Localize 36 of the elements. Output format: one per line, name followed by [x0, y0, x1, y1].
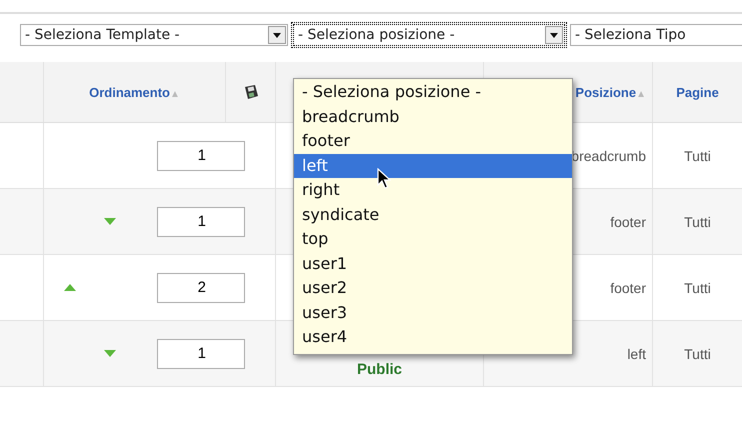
order-input[interactable]: 1	[157, 338, 245, 368]
dropdown-option[interactable]: user2	[294, 276, 572, 300]
order-input[interactable]: 2	[157, 272, 245, 302]
move-down-icon[interactable]	[103, 216, 117, 227]
dropdown-option[interactable]: top	[294, 227, 572, 252]
dropdown-option[interactable]: user1	[294, 252, 572, 276]
column-header[interactable]: Posizione▲	[575, 84, 646, 100]
dropdown-option[interactable]: user3	[294, 300, 572, 325]
dropdown-option[interactable]: right	[294, 178, 572, 202]
select-field[interactable]: - Seleziona posizione -	[293, 24, 565, 46]
table-cell: left	[627, 346, 646, 362]
table-cell: Tutti	[684, 346, 711, 362]
select-field[interactable]: - Seleziona Template -	[20, 24, 288, 46]
column-header[interactable]: Pagine	[676, 84, 719, 100]
table-cell: breadcrumb	[571, 148, 646, 164]
caret-icon	[545, 26, 563, 44]
caret-icon	[268, 26, 286, 44]
move-up-icon[interactable]	[63, 282, 77, 293]
order-input[interactable]: 1	[157, 140, 245, 170]
column-header[interactable]: Ordinamento▲	[89, 84, 180, 100]
dropdown-option[interactable]: breadcrumb	[294, 104, 572, 129]
dropdown-option[interactable]: user4	[294, 325, 572, 350]
table-cell: footer	[610, 280, 646, 296]
dropdown-option[interactable]: syndicate	[294, 202, 572, 227]
table-cell: Tutti	[684, 280, 711, 296]
dropdown-option[interactable]: - Seleziona posizione -	[294, 80, 572, 104]
mouse-pointer-icon	[377, 168, 391, 190]
move-down-icon[interactable]	[103, 348, 117, 359]
order-input[interactable]: 1	[157, 206, 245, 236]
dropdown-option[interactable]: left	[294, 154, 572, 178]
table-cell: Tutti	[684, 148, 711, 164]
table-cell: Tutti	[684, 214, 711, 230]
select-field[interactable]: - Seleziona Tipo	[570, 24, 742, 46]
table-cell: footer	[610, 214, 646, 230]
table-cell: Public	[356, 361, 402, 378]
dropdown-option[interactable]: footer	[294, 129, 572, 154]
